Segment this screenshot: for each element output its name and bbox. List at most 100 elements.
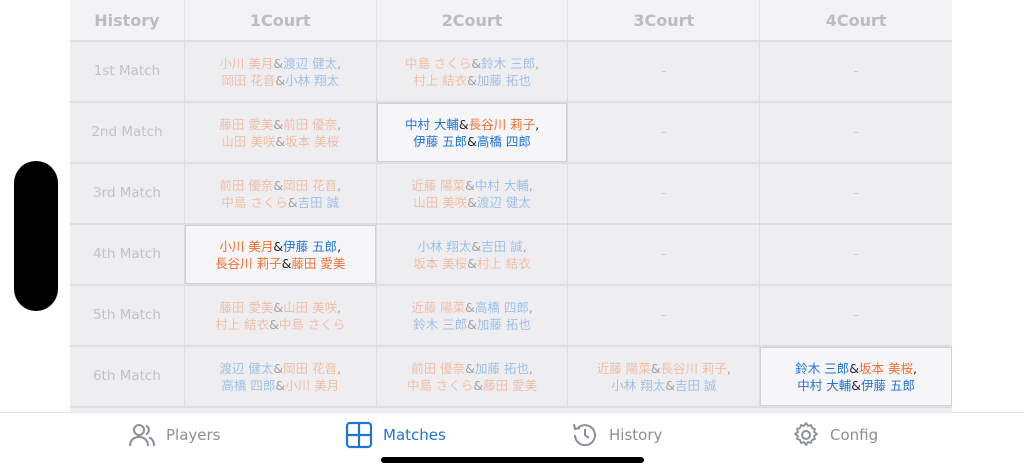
player-name: 高橋 四郎 — [221, 377, 276, 393]
player-name: 岡田 花音 — [221, 72, 276, 88]
tab-matches[interactable]: Matches — [345, 421, 446, 449]
pair-line: 近藤 陽菜&高橋 四郎, — [411, 299, 533, 316]
pair-ampersand: & — [665, 377, 675, 393]
header-court-1: 1Court — [185, 0, 377, 40]
court-cell-3[interactable]: - — [568, 42, 761, 101]
player-name: 伊藤 五郎 — [413, 133, 468, 149]
player-name: 近藤 陽菜 — [596, 360, 651, 376]
player-name: 村上 結衣 — [476, 255, 531, 271]
player-name: 加藤 拓也 — [476, 72, 531, 88]
team-separator: , — [726, 360, 731, 376]
player-name: 長谷川 莉子 — [660, 360, 727, 376]
court-cell-2[interactable]: 前田 優奈&加藤 拓也, 中島 さくら&藤田 愛美 — [377, 347, 569, 406]
tab-players[interactable]: Players — [128, 421, 221, 449]
pair-line: 藤田 愛美&前田 優奈, — [219, 116, 341, 133]
pair-line: 中村 大輔&伊藤 五郎 — [797, 377, 915, 394]
tab-config[interactable]: Config — [792, 421, 878, 449]
table-row: 4th Match 小川 美月&伊藤 五郎, 長谷川 莉子&藤田 愛美 小林 翔太&吉… — [70, 225, 952, 286]
table-body: 1st Match 小川 美月&渡辺 健太, 岡田 花音&小林 翔太 中島 さくら&鈴… — [70, 42, 952, 408]
player-name: 高橋 四郎 — [476, 133, 531, 149]
court-cell-3[interactable]: 近藤 陽菜&長谷川 莉子, 小林 翔太&吉田 誠 — [568, 347, 761, 406]
court-cell-4[interactable]: - — [760, 42, 952, 101]
empty-court-dash: - — [853, 186, 859, 201]
court-cell-2[interactable]: 中村 大輔&長谷川 莉子, 伊藤 五郎&高橋 四郎 — [376, 103, 569, 162]
pair-line: 中島 さくら&藤田 愛美 — [407, 377, 537, 394]
pair-ampersand: & — [273, 360, 284, 376]
player-name: 前田 優奈 — [411, 360, 466, 376]
court-cell-2[interactable]: 近藤 陽菜&高橋 四郎, 鈴木 三郎&加藤 拓也 — [377, 286, 569, 345]
court-cell-1[interactable]: 小川 美月&渡辺 健太, 岡田 花音&小林 翔太 — [185, 42, 377, 101]
table-row: 6th Match 渡辺 健太&岡田 花音, 高橋 四郎&小川 美月 前田 優奈&加藤… — [70, 347, 952, 408]
court-cell-4[interactable]: 鈴木 三郎&坂本 美桜, 中村 大輔&伊藤 五郎 — [760, 347, 952, 406]
player-name: 中村 大輔 — [404, 116, 459, 132]
team-separator: , — [528, 299, 533, 315]
empty-court-dash: - — [853, 308, 859, 323]
court-cell-3[interactable]: - — [568, 164, 761, 223]
player-name: 渡辺 健太 — [283, 55, 338, 71]
empty-court-dash: - — [661, 308, 667, 323]
tab-matches-label: Matches — [383, 426, 446, 444]
court-cell-1[interactable]: 藤田 愛美&山田 美咲, 村上 結衣&中島 さくら — [185, 286, 377, 345]
tab-config-label: Config — [830, 426, 879, 444]
pair-ampersand: & — [281, 255, 292, 271]
player-name: 坂本 美桜 — [285, 133, 340, 149]
court-cell-1[interactable]: 渡辺 健太&岡田 花音, 高橋 四郎&小川 美月 — [185, 347, 377, 406]
court-cell-1[interactable]: 前田 優奈&岡田 花音, 中島 さくら&吉田 誠 — [185, 164, 377, 223]
pair-ampersand: & — [650, 360, 661, 376]
court-cell-4[interactable]: - — [760, 225, 952, 284]
pair-ampersand: & — [467, 133, 477, 149]
pair-line: 渡辺 健太&岡田 花音, — [219, 360, 341, 377]
player-name: 山田 美咲 — [283, 299, 338, 315]
court-cell-3[interactable]: - — [568, 286, 761, 345]
table-row: 1st Match 小川 美月&渡辺 健太, 岡田 花音&小林 翔太 中島 さくら&鈴… — [70, 42, 952, 103]
pair-line: 長谷川 莉子&藤田 愛美 — [215, 255, 345, 272]
pair-line: 近藤 陽菜&長谷川 莉子, — [597, 360, 731, 377]
pair-ampersand: & — [269, 316, 279, 332]
player-name: 伊藤 五郎 — [283, 238, 338, 254]
pair-ampersand: & — [467, 316, 477, 332]
pair-line: 藤田 愛美&山田 美咲, — [219, 299, 341, 316]
court-cell-1[interactable]: 藤田 愛美&前田 優奈, 山田 美咲&坂本 美桜 — [185, 103, 377, 162]
player-name: 小林 翔太 — [285, 72, 340, 88]
team-separator: , — [535, 55, 540, 71]
match-label: 3rd Match — [70, 164, 185, 223]
match-label: 6th Match — [70, 347, 185, 406]
pair-line: 鈴木 三郎&坂本 美桜, — [795, 360, 917, 377]
matches-table: History 1Court 2Court 3Court 4Court 1st … — [70, 0, 952, 412]
player-name: 小川 美月 — [285, 377, 340, 393]
tab-history[interactable]: History — [571, 421, 662, 449]
court-cell-3[interactable]: - — [568, 103, 761, 162]
pair-line: 小林 翔太&吉田 誠 — [611, 377, 716, 394]
pair-line: 中島 さくら&鈴木 三郎, — [405, 55, 539, 72]
pair-ampersand: & — [851, 377, 861, 393]
court-cell-1[interactable]: 小川 美月&伊藤 五郎, 長谷川 莉子&藤田 愛美 — [184, 225, 377, 284]
player-name: 藤田 愛美 — [219, 299, 274, 315]
court-cell-2[interactable]: 近藤 陽菜&中村 大輔, 山田 美咲&渡辺 健太 — [377, 164, 569, 223]
pair-ampersand: & — [273, 299, 284, 315]
team-separator: , — [337, 299, 342, 315]
court-cell-2[interactable]: 小林 翔太&吉田 誠, 坂本 美桜&村上 結衣 — [377, 225, 569, 284]
team-separator: , — [528, 360, 533, 376]
header-court-2: 2Court — [377, 0, 569, 40]
empty-court-dash: - — [853, 125, 859, 140]
empty-court-dash: - — [853, 64, 859, 79]
court-cell-4[interactable]: - — [760, 286, 952, 345]
pair-line: 小林 翔太&吉田 誠, — [417, 238, 526, 255]
pair-ampersand: & — [471, 55, 482, 71]
pair-ampersand: & — [467, 255, 477, 271]
court-cell-2[interactable]: 中島 さくら&鈴木 三郎, 村上 結衣&加藤 拓也 — [377, 42, 569, 101]
pair-line: 伊藤 五郎&高橋 四郎 — [413, 133, 531, 150]
court-cell-4[interactable]: - — [760, 164, 952, 223]
team-separator: , — [528, 177, 533, 193]
players-icon — [129, 424, 155, 447]
match-label: 5th Match — [70, 286, 185, 345]
pair-line: 小川 美月&伊藤 五郎, — [219, 238, 341, 255]
pair-ampersand: & — [275, 72, 286, 88]
matches-icon — [345, 421, 373, 449]
court-cell-3[interactable]: - — [568, 225, 761, 284]
side-handle — [14, 161, 58, 311]
pair-ampersand: & — [273, 55, 284, 71]
court-cell-4[interactable]: - — [760, 103, 952, 162]
player-name: 山田 美咲 — [221, 133, 276, 149]
player-name: 中村 大輔 — [474, 177, 529, 193]
